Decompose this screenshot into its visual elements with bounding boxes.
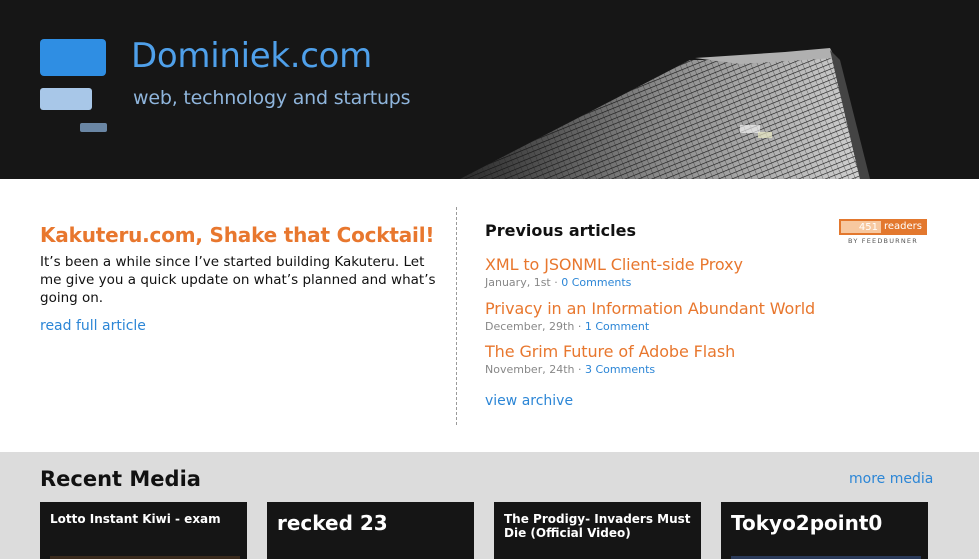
more-media-link[interactable]: more media [849, 471, 933, 487]
feedburner-badge[interactable]: 451 readers BY FEEDBURNER [839, 219, 927, 245]
feedburner-counter: 451 readers [839, 219, 927, 235]
article-comments-link[interactable]: 1 Comment [585, 320, 649, 333]
article-comments-link[interactable]: 3 Comments [585, 363, 655, 376]
media-card-title: Lotto Instant Kiwi - exam [50, 512, 221, 526]
meta-separator: · [578, 363, 582, 376]
article-meta: December, 29th · 1 Comment [485, 320, 815, 333]
media-card[interactable]: Tokyo2point0 [721, 502, 928, 559]
reader-count: 451 [841, 221, 881, 233]
feedburner-byline: BY FEEDBURNER [848, 237, 918, 245]
logo-block-small [80, 123, 107, 132]
logo-block-large [40, 39, 106, 76]
site-tagline: web, technology and startups [133, 87, 411, 109]
article-item: The Grim Future of Adobe Flash November,… [485, 342, 735, 376]
featured-article-title[interactable]: Kakuteru.com, Shake that Cocktail! [40, 223, 434, 247]
media-card-title: Tokyo2point0 [731, 511, 883, 535]
article-item: Privacy in an Information Abundant World… [485, 299, 815, 333]
recent-media-heading: Recent Media [40, 467, 201, 491]
article-date: November, 24th [485, 363, 575, 376]
article-title-link[interactable]: Privacy in an Information Abundant World [485, 299, 815, 318]
article-title-link[interactable]: The Grim Future of Adobe Flash [485, 342, 735, 361]
media-card-title: The Prodigy- Invaders Must Die (Official… [504, 512, 691, 540]
logo-block-medium [40, 88, 92, 110]
recent-media-section: Recent Media more media Lotto Instant Ki… [0, 452, 979, 559]
site-header: Dominiek.com web, technology and startup… [0, 0, 979, 179]
media-card[interactable]: recked 23 [267, 502, 474, 559]
view-archive-link[interactable]: view archive [485, 393, 573, 409]
reader-label: readers [884, 221, 922, 232]
read-full-article-link[interactable]: read full article [40, 318, 146, 334]
meta-separator: · [554, 276, 558, 289]
media-card[interactable]: The Prodigy- Invaders Must Die (Official… [494, 502, 701, 559]
media-card-title: recked 23 [277, 511, 388, 535]
column-divider [456, 207, 457, 425]
skyscraper-image [460, 48, 870, 179]
article-meta: November, 24th · 3 Comments [485, 363, 735, 376]
article-comments-link[interactable]: 0 Comments [561, 276, 631, 289]
article-meta: January, 1st · 0 Comments [485, 276, 743, 289]
media-card[interactable]: Lotto Instant Kiwi - exam [40, 502, 247, 559]
article-item: XML to JSONML Client-side Proxy January,… [485, 255, 743, 289]
article-date: December, 29th [485, 320, 575, 333]
previous-articles-heading: Previous articles [485, 221, 637, 240]
main-content: Kakuteru.com, Shake that Cocktail! It’s … [0, 179, 979, 452]
meta-separator: · [577, 320, 582, 333]
site-title[interactable]: Dominiek.com [131, 36, 372, 76]
article-title-link[interactable]: XML to JSONML Client-side Proxy [485, 255, 743, 274]
article-date: January, 1st [485, 276, 551, 289]
featured-article-excerpt: It’s been a while since I’ve started bui… [40, 254, 436, 306]
